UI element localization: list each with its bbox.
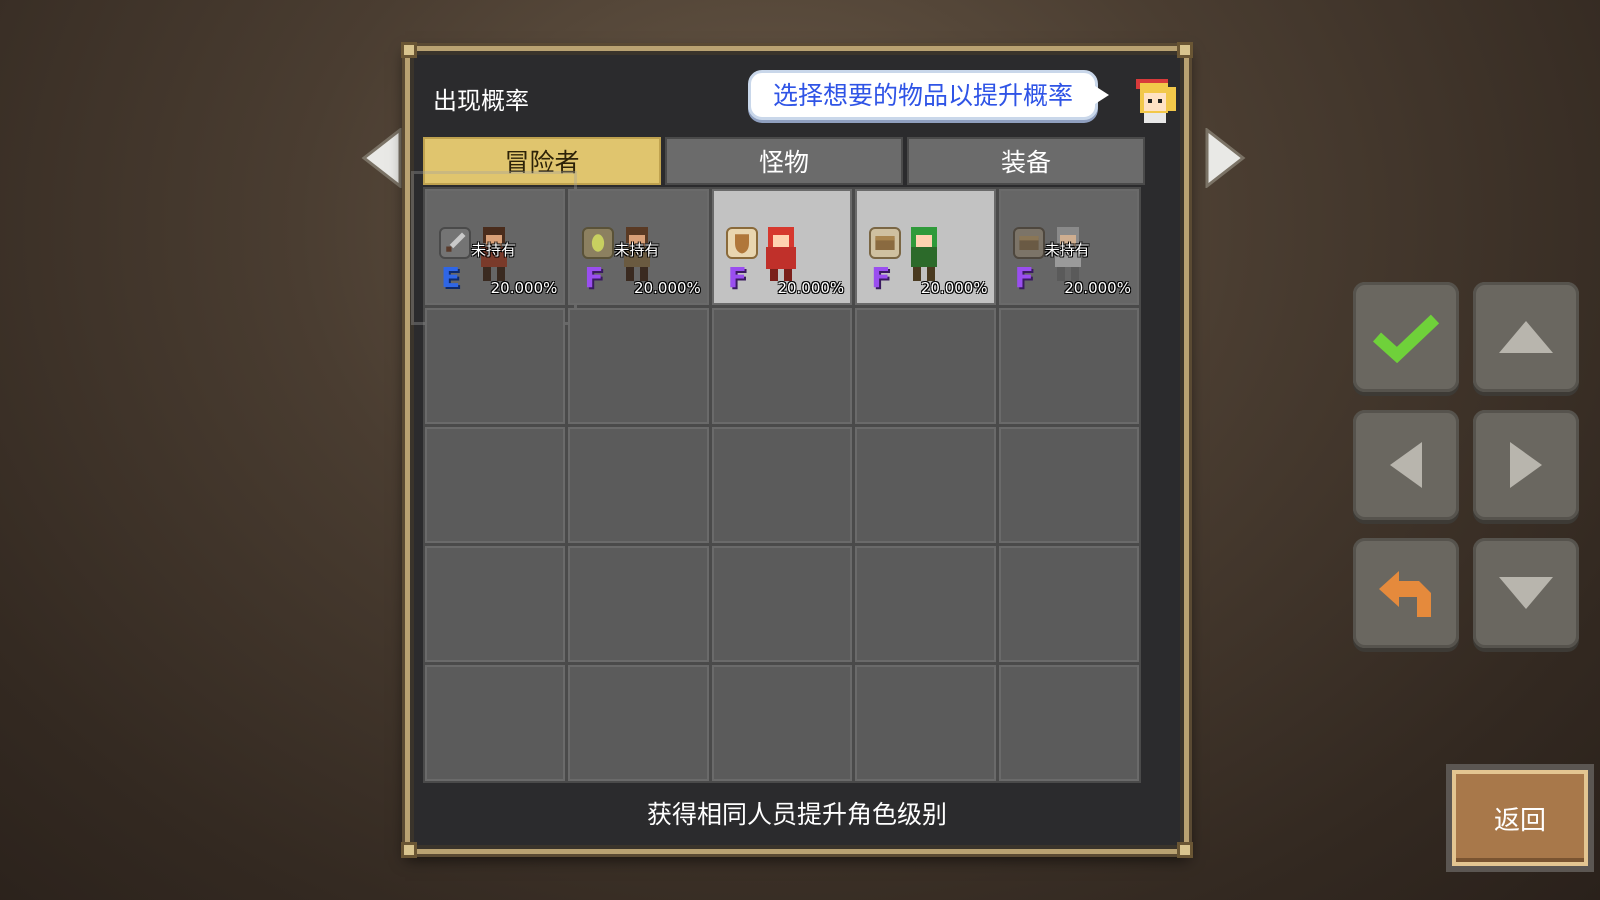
rank-badge: E (441, 261, 461, 294)
arrow-up-icon (1499, 321, 1553, 353)
page-left-arrow-icon[interactable] (360, 128, 404, 188)
empty-slot (568, 546, 709, 662)
grid-item[interactable]: F 未持有 20.000% (568, 189, 709, 305)
empty-slot (711, 546, 853, 662)
down-button[interactable] (1473, 538, 1579, 648)
frame-corner (1177, 42, 1193, 58)
left-button[interactable] (1353, 410, 1459, 520)
empty-slot (568, 427, 709, 543)
confirm-button[interactable] (1353, 282, 1459, 392)
empty-slot (425, 546, 566, 662)
empty-slot (425, 427, 566, 543)
up-button[interactable] (1473, 282, 1579, 392)
empty-slot (998, 308, 1139, 424)
probability-value: 20.000% (634, 279, 701, 297)
frame-corner (401, 842, 417, 858)
page-right-arrow-icon[interactable] (1203, 128, 1247, 188)
category-tabs: 冒险者 怪物 装备 (423, 137, 1145, 185)
rank-badge: F (584, 261, 604, 294)
helper-girl-avatar (1136, 79, 1176, 123)
sword-icon (439, 227, 471, 259)
probability-value: 20.000% (920, 279, 988, 297)
item-grid: E 未持有 20.000% F 未持有 20.000% F 20.000% F … (411, 171, 1141, 783)
footer-note: 获得相同人员提升角色级别 (646, 800, 947, 829)
right-button[interactable] (1473, 410, 1579, 520)
hint-speech-bubble: 选择想要的物品以提升概率 (748, 70, 1110, 120)
probability-value: 20.000% (777, 279, 845, 297)
ownership-status: 未持有 (614, 241, 660, 259)
gem-icon (582, 227, 615, 259)
grid-item[interactable]: F 未持有 20.000% (998, 189, 1139, 305)
empty-slot (855, 427, 996, 543)
probability-value: 20.000% (1064, 279, 1131, 297)
empty-slot (568, 308, 709, 424)
undo-button[interactable] (1353, 538, 1459, 648)
rank-badge: F (871, 261, 891, 294)
tab-adventurer[interactable]: 冒险者 (423, 137, 661, 185)
empty-slot (855, 546, 996, 662)
grid-item[interactable]: E 未持有 20.000% (411, 171, 577, 325)
confirm-check-icon (1372, 314, 1440, 363)
grid-item[interactable]: F 20.000% (855, 189, 996, 305)
empty-slot (711, 665, 853, 781)
arrow-left-icon (1390, 442, 1422, 488)
probability-panel: 出现概率 选择想要的物品以提升概率 冒险者 怪物 装备 E 未持有 20.000… (401, 42, 1193, 858)
probability-value: 20.000% (490, 279, 558, 297)
empty-slot (425, 665, 566, 781)
panel-title: 出现概率 (433, 87, 529, 115)
empty-slot (568, 665, 709, 781)
frame-corner (401, 42, 417, 58)
empty-slot (855, 308, 996, 424)
ownership-status: 未持有 (1044, 241, 1090, 259)
rank-badge: F (727, 261, 747, 294)
shield-icon (725, 227, 758, 259)
empty-slot (425, 308, 566, 424)
back-button[interactable]: 返回 (1452, 770, 1588, 866)
arrow-right-icon (1510, 442, 1542, 488)
adventurer-sprite (765, 227, 796, 281)
ownership-status: 未持有 (471, 241, 517, 259)
arrow-down-icon (1499, 577, 1553, 609)
empty-slot (998, 665, 1139, 781)
undo-icon (1379, 571, 1431, 617)
empty-slot (711, 427, 853, 543)
empty-slot (998, 546, 1139, 662)
empty-slot (711, 308, 853, 424)
empty-slot (998, 427, 1139, 543)
frame-corner (1177, 842, 1193, 858)
tab-equipment[interactable]: 装备 (907, 137, 1145, 185)
grid-item[interactable]: F 20.000% (711, 189, 853, 305)
adventurer-sprite (911, 227, 938, 281)
chest-icon (1012, 227, 1045, 259)
rank-badge: F (1014, 261, 1034, 294)
tab-monster[interactable]: 怪物 (665, 137, 903, 185)
empty-slot (855, 665, 996, 781)
chest-icon (869, 227, 902, 259)
